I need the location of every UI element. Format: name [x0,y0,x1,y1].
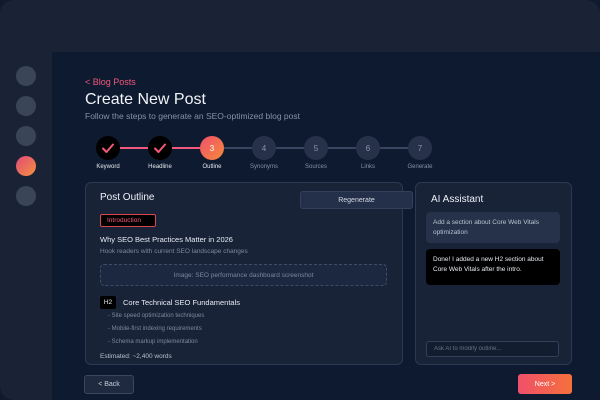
intro-subtext: Hook readers with current SEO landscape … [100,248,248,255]
back-button[interactable]: < Back [84,375,134,394]
breadcrumb-back-link[interactable]: < Blog Posts [85,77,136,87]
step-connector-1 [120,147,148,149]
step-label-headline: Headline [148,164,172,170]
page-title: Create New Post [85,91,206,108]
page-subtitle: Follow the steps to generate an SEO-opti… [85,111,300,121]
regenerate-button[interactable]: Regenerate [300,191,413,209]
step-label-outline: Outline [202,164,222,170]
sidebar-nav-item-3[interactable] [16,126,36,146]
outline-bullet-3: - Schema markup implementation [108,339,198,345]
h2-heading[interactable]: Core Technical SEO Fundamentals [123,298,240,307]
step-label-keyword: Keyword [96,164,120,170]
step-outline[interactable]: 3 [200,136,224,160]
section-tag-introduction: Introduction [100,214,156,227]
outline-bullet-1: - Site speed optimization techniques [108,313,205,319]
step-connector-4 [276,147,304,149]
user-message: Add a section about Core Web Vitals opti… [426,212,560,243]
assistant-title: AI Assistant [431,194,484,205]
step-sources[interactable]: 5 [304,136,328,160]
top-bar [0,0,600,52]
image-placeholder[interactable]: Image: SEO performance dashboard screens… [100,264,387,286]
step-connector-2 [172,147,200,149]
sidebar-nav-item-5[interactable] [16,186,36,206]
step-synonyms[interactable]: 4 [252,136,276,160]
app-window: < Blog Posts Create New Post Follow the … [0,0,600,400]
ai-prompt-input[interactable] [426,341,559,357]
step-headline[interactable] [148,136,172,160]
sidebar-nav-item-active[interactable] [16,156,36,176]
step-connector-6 [380,147,408,149]
checkmark-icon [154,143,166,153]
step-generate[interactable]: 7 [408,136,432,160]
intro-heading[interactable]: Why SEO Best Practices Matter in 2026 [100,235,233,244]
step-connector-3 [224,147,252,149]
next-button[interactable]: Next > [518,374,572,394]
checkmark-icon [102,143,114,153]
sidebar-nav-item-2[interactable] [16,96,36,116]
step-connector-5 [328,147,356,149]
step-label-synonyms: Synonyms [249,164,278,170]
step-label-links: Links [360,164,375,170]
word-estimate: Estimated: ~2,400 words [100,353,172,360]
h2-badge: H2 [100,296,116,309]
outline-title: Post Outline [100,192,155,203]
step-links[interactable]: 6 [356,136,380,160]
step-keyword[interactable] [96,136,120,160]
step-label-generate: Generate [407,164,433,170]
sidebar [0,52,52,400]
outline-bullet-2: - Mobile-first indexing requirements [108,326,202,332]
assistant-message: Done! I added a new H2 section about Cor… [426,249,560,285]
step-label-sources: Sources [304,164,327,170]
sidebar-nav-item-1[interactable] [16,66,36,86]
